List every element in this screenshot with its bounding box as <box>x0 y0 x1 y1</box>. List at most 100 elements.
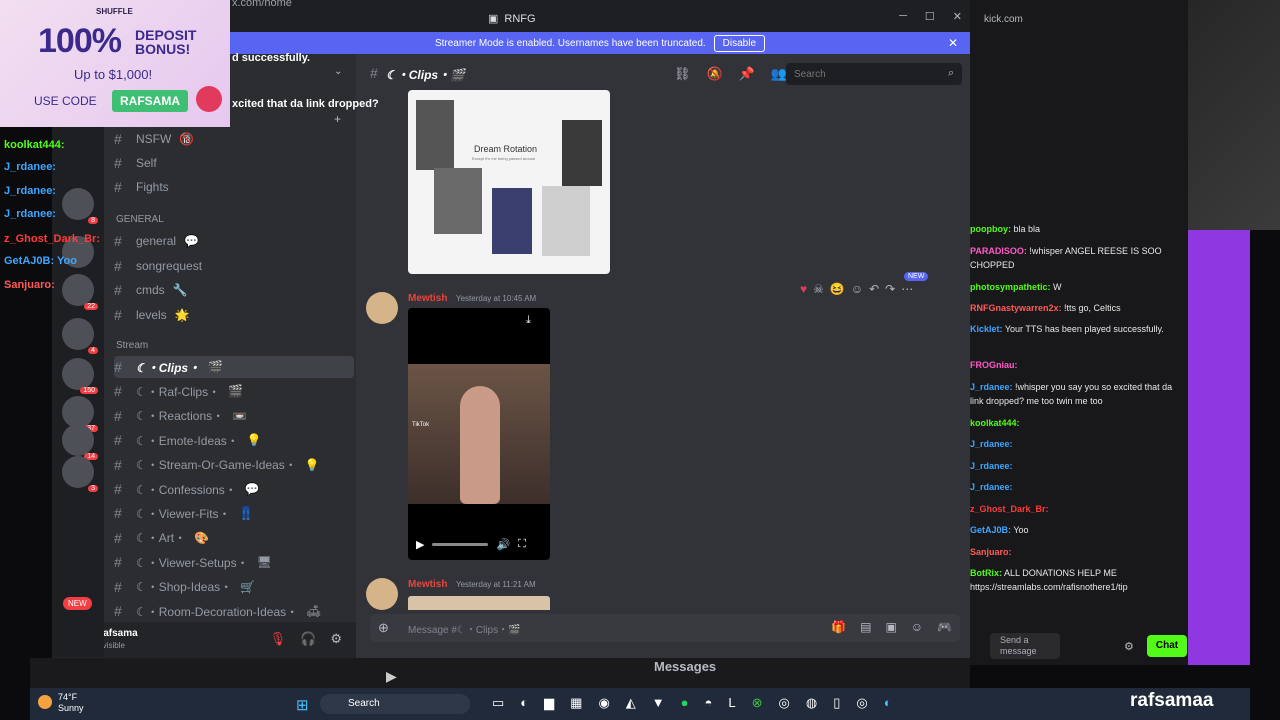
steam-icon[interactable]: ◎ <box>856 695 867 711</box>
heart-reaction-icon[interactable]: ♥ <box>800 282 807 296</box>
chat-username[interactable]: photosympathetic: <box>970 282 1051 292</box>
category-stream[interactable]: Stream <box>116 340 148 351</box>
store-icon[interactable]: ▦ <box>570 695 582 711</box>
apps-icon[interactable]: 🎮 <box>937 620 952 634</box>
chat-username[interactable]: poopboy: <box>970 224 1011 234</box>
chat-username[interactable]: Kicklet: <box>970 324 1003 334</box>
add-attachment-icon[interactable]: ⊕ <box>378 620 389 636</box>
channel-item[interactable]: # Fights <box>114 176 354 198</box>
close-icon[interactable]: ✕ <box>953 10 962 23</box>
chat-username[interactable]: BotRix: <box>970 568 1002 578</box>
chat-username[interactable]: RNFGnastywarren2x: <box>970 303 1062 313</box>
chrome-icon[interactable]: ◉ <box>598 695 609 711</box>
progress-bar[interactable] <box>432 543 489 546</box>
chat-username[interactable]: FROGniau: <box>970 360 1018 370</box>
chat-send-button[interactable]: Chat <box>1147 635 1187 657</box>
message-composer[interactable]: ⊕ Message #☾・Clips・🎬 🎁 ▤ ▣ ☺ 🎮 <box>370 614 960 642</box>
chat-username[interactable]: z_Ghost_Dark_Br: <box>970 504 1049 514</box>
server-icon[interactable]: 22 <box>62 274 98 310</box>
discord-icon[interactable]: ◓ <box>705 695 713 711</box>
windows-start-icon[interactable]: ⊞ <box>296 696 309 714</box>
url-text[interactable]: x.com/home <box>232 0 292 9</box>
gift-icon[interactable]: 🎁 <box>831 620 846 634</box>
headphones-muted-icon[interactable]: 🎧 <box>300 631 316 647</box>
play-icon[interactable]: ▶ <box>416 538 424 551</box>
notepad-icon[interactable]: ▯ <box>833 695 840 711</box>
channel-item[interactable]: # ☾・Room-Decoration-Ideas・ 🛋 <box>114 600 354 622</box>
chat-username[interactable]: GetAJ0B: <box>970 525 1011 535</box>
settings-icon[interactable]: ⚙ <box>330 631 342 647</box>
maximize-icon[interactable]: ☐ <box>925 10 935 23</box>
chat-username[interactable]: koolkat444: <box>970 418 1020 428</box>
disable-button[interactable]: Disable <box>713 34 766 52</box>
play-icon[interactable]: ▶ <box>386 668 397 685</box>
new-servers-pill[interactable]: NEW <box>63 597 92 610</box>
search-input[interactable] <box>786 63 962 85</box>
laugh-reaction-icon[interactable]: 😆 <box>830 282 845 296</box>
chat-username[interactable]: PARADISOO: <box>970 246 1027 256</box>
add-reaction-icon[interactable]: ☺ <box>851 282 863 296</box>
add-channel-icon[interactable]: + <box>334 112 341 126</box>
skull-reaction-icon[interactable]: ☠ <box>813 282 824 296</box>
avatar[interactable] <box>366 578 398 610</box>
chat-username[interactable]: J_rdanee: <box>970 439 1013 449</box>
gif-icon[interactable]: ▤ <box>860 620 871 634</box>
emoji-icon[interactable]: ☺ <box>911 620 923 634</box>
forward-icon[interactable]: ↷ <box>885 282 895 296</box>
channel-item[interactable]: # ☾・Art・ 🎨 <box>114 527 354 549</box>
file-explorer-icon[interactable]: ▆ <box>544 695 554 711</box>
server-icon[interactable]: 4 <box>62 318 98 354</box>
chat-username[interactable]: J_rdanee: <box>970 461 1013 471</box>
close-icon[interactable]: ✕ <box>948 36 958 50</box>
stream-chat-input[interactable]: Send a message <box>990 633 1060 659</box>
mic-muted-icon[interactable]: 🎙 <box>270 631 287 647</box>
mute-icon[interactable]: 🔕 <box>707 66 723 82</box>
channel-item[interactable]: # ☾・Emote-Ideas・ 💡 <box>114 429 354 451</box>
fullscreen-icon[interactable]: ⛶ <box>518 538 526 551</box>
chevron-down-icon[interactable]: ⌄ <box>334 66 342 77</box>
channel-item[interactable]: # ☾・Confessions・ 💬 <box>114 478 354 500</box>
channel-item[interactable]: # songrequest <box>114 255 354 277</box>
message-author[interactable]: Mewtish <box>408 293 447 304</box>
download-icon[interactable]: ⤓ <box>526 314 531 327</box>
app-icon[interactable]: ◍ <box>806 695 817 711</box>
image-attachment[interactable]: Dream Rotation Except it's me being pass… <box>408 90 610 274</box>
edge-icon[interactable]: ◐ <box>884 695 892 711</box>
edge-icon[interactable]: ◐ <box>520 695 528 711</box>
channel-item[interactable]: # ☾・Reactions・ 📼 <box>114 405 354 427</box>
channel-item[interactable]: # cmds 🔧 <box>114 279 354 301</box>
steam-icon[interactable]: ◎ <box>779 695 790 711</box>
chat-username[interactable]: J_rdanee: <box>970 482 1013 492</box>
channel-item[interactable]: # general 💬 <box>114 230 354 252</box>
channel-item[interactable]: # ☾・Stream-Or-Game-Ideas・ 💡 <box>114 454 354 476</box>
video-player[interactable]: ⤓ TikTok ▶ 🔊 ⛶ <box>408 308 550 560</box>
task-view-icon[interactable]: ▭ <box>492 695 504 711</box>
brave-icon[interactable]: ▼ <box>652 695 665 711</box>
app-icon[interactable]: ◭ <box>626 695 636 711</box>
channel-item[interactable]: # ☾・Viewer-Setups・ 🖥 <box>114 551 354 573</box>
server-icon[interactable]: 150 <box>62 358 98 394</box>
chat-username[interactable]: J_rdanee: <box>970 382 1013 392</box>
threads-icon[interactable]: ⛓ <box>674 66 691 82</box>
sticker-icon[interactable]: ▣ <box>885 620 896 634</box>
weather[interactable]: 74°F Sunny <box>58 692 84 714</box>
volume-icon[interactable]: 🔊 <box>496 538 510 551</box>
channel-item[interactable]: # ☾・Clips・ 🎬 <box>114 356 354 378</box>
channel-item[interactable]: # Self <box>114 152 354 174</box>
chat-username[interactable]: Sanjuaro: <box>970 547 1012 557</box>
server-icon[interactable]: 14 <box>62 424 98 460</box>
channel-item[interactable]: # ☾・Shop-Ideas・ 🛒 <box>114 576 354 598</box>
more-icon[interactable]: ⋯ <box>901 282 913 296</box>
avatar[interactable] <box>366 292 398 324</box>
channel-item[interactable]: # NSFW 🔞 <box>114 128 354 150</box>
channel-item[interactable]: # levels 🌟 <box>114 304 354 326</box>
message-author[interactable]: Mewtish <box>408 579 447 590</box>
settings-icon[interactable]: ⚙ <box>1124 640 1134 653</box>
channel-item[interactable]: # ☾・Raf-Clips・ 🎬 <box>114 380 354 402</box>
members-icon[interactable]: 👥 <box>771 66 787 82</box>
pin-icon[interactable]: 📌 <box>739 66 755 82</box>
attachment-preview[interactable] <box>408 596 550 610</box>
l-app-icon[interactable]: L <box>728 695 735 711</box>
reply-icon[interactable]: ↶ <box>869 282 879 296</box>
minimize-icon[interactable]: ─ <box>899 10 907 23</box>
